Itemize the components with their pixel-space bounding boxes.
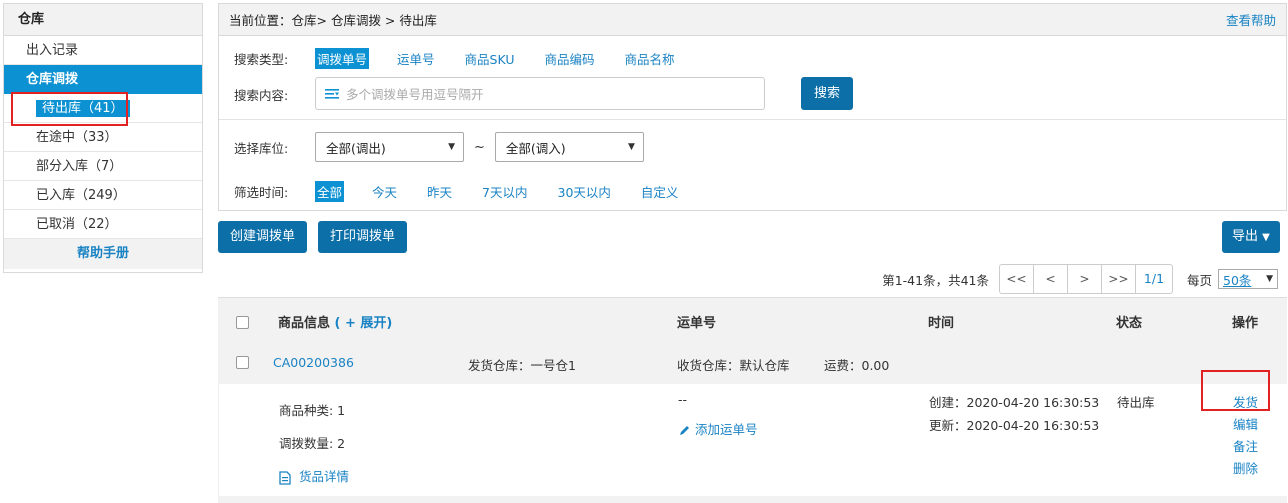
order-detail: 商品种类: 1 调拨数量: 2 货品详情 -- 添加运单号 创建：2020-04… <box>218 384 1287 496</box>
search-placeholder: 多个调拨单号用逗号隔开 <box>346 87 484 102</box>
print-transfer-button[interactable]: 打印调拨单 <box>318 221 408 253</box>
pagination-buttons: << < > >> 1/1 <box>998 264 1173 294</box>
pencil-icon <box>680 426 689 435</box>
status-value: 待出库 <box>1117 395 1155 410</box>
pagination-summary: 第1-41条，共41条 <box>882 272 989 288</box>
expand-link[interactable]: ( + 展开) <box>335 316 393 331</box>
table-row: CA00200386 发货仓库：一号仓1 收货仓库：默认仓库 运费：0.00 <box>218 342 1287 384</box>
location-row: 选择库位: 全部(调出) ▼ ~ 全部(调入) ▼ <box>219 132 644 162</box>
search-type-label: 搜索类型: <box>234 52 289 67</box>
caret-down-icon: ▼ <box>1262 232 1270 243</box>
help-manual-link[interactable]: 帮助手册 <box>4 239 202 269</box>
dropdown-arrow-icon: ▼ <box>448 142 455 152</box>
from-location-select[interactable]: 全部(调出) ▼ <box>315 132 464 162</box>
time-yesterday[interactable]: 昨天 <box>425 181 454 202</box>
view-help-link[interactable]: 查看帮助 <box>1226 10 1276 29</box>
divider <box>219 119 1286 120</box>
dropdown-arrow-icon: ▼ <box>1266 274 1273 284</box>
search-type-waybill[interactable]: 运单号 <box>395 48 437 69</box>
sidebar-item-received[interactable]: 已入库（249） <box>4 181 202 210</box>
col-status: 状态 <box>1116 316 1143 331</box>
time-filter-label: 筛选时间: <box>234 185 289 200</box>
ship-warehouse: 发货仓库：一号仓1 <box>468 358 576 373</box>
current-page: 1/1 <box>1143 271 1165 286</box>
create-transfer-button[interactable]: 创建调拨单 <box>218 221 308 253</box>
freight: 运费：0.00 <box>824 358 890 373</box>
sidebar-item-records[interactable]: 出入记录 <box>4 36 202 65</box>
document-icon <box>279 470 291 485</box>
time-30days[interactable]: 30天以内 <box>556 181 613 202</box>
created-time: 创建：2020-04-20 16:30:53 <box>929 395 1100 410</box>
search-type-row: 搜索类型: 调拨单号 运单号 商品SKU 商品编码 商品名称 <box>219 48 703 69</box>
export-button[interactable]: 导出 ▼ <box>1222 221 1280 253</box>
search-type-sku[interactable]: 商品SKU <box>463 48 517 69</box>
search-button[interactable]: 搜索 <box>801 77 854 110</box>
col-action: 操作 <box>1232 316 1259 331</box>
product-kinds: 商品种类: 1 <box>279 403 346 418</box>
select-all-checkbox[interactable] <box>236 316 249 329</box>
time-custom[interactable]: 自定义 <box>639 181 681 202</box>
col-waybill: 运单号 <box>677 316 717 331</box>
edit-action-link[interactable]: 编辑 <box>1233 414 1258 433</box>
transfer-qty: 调拨数量: 2 <box>279 436 346 451</box>
pagination: 第1-41条，共41条 << < > >> 1/1 每页 50条 ▼ <box>882 264 1278 294</box>
per-page-select[interactable]: 50条 ▼ <box>1218 269 1278 289</box>
list-icon <box>325 88 339 99</box>
breadcrumb: 当前位置：仓库> 仓库调拨 > 待出库 <box>229 13 437 28</box>
sidebar-title: 仓库 <box>4 4 202 36</box>
row-checkbox[interactable] <box>236 356 249 369</box>
sidebar-item-partial-in[interactable]: 部分入库（7） <box>4 152 202 181</box>
sidebar-section-transfer[interactable]: 仓库调拨 <box>4 65 202 94</box>
recv-warehouse: 收货仓库：默认仓库 <box>677 358 790 373</box>
sidebar-item-in-transit[interactable]: 在途中（33） <box>4 123 202 152</box>
order-id-link[interactable]: CA00200386 <box>273 355 354 370</box>
search-type-code[interactable]: 商品编码 <box>542 48 596 69</box>
first-page-button[interactable]: << <box>1000 265 1034 293</box>
time-today[interactable]: 今天 <box>370 181 399 202</box>
time-filter-row: 筛选时间: 全部 今天 昨天 7天以内 30天以内 自定义 <box>219 181 706 202</box>
main-panel: 当前位置：仓库> 仓库调拨 > 待出库 查看帮助 搜索类型: 调拨单号 运单号 … <box>218 3 1287 211</box>
search-content-row: 搜索内容: 多个调拨单号用逗号隔开 搜索 <box>219 77 854 110</box>
highlight-box-ship <box>1201 370 1270 411</box>
goods-detail-link[interactable]: 货品详情 <box>279 466 349 485</box>
waybill-value: -- <box>678 392 688 407</box>
search-type-transfer-no[interactable]: 调拨单号 <box>315 48 370 69</box>
time-all[interactable]: 全部 <box>315 181 345 202</box>
updated-time: 更新：2020-04-20 16:30:53 <box>929 418 1100 433</box>
add-waybill-link[interactable]: 添加运单号 <box>678 419 758 438</box>
per-page: 每页 50条 ▼ <box>1187 269 1278 289</box>
sidebar: 仓库 出入记录 仓库调拨 待出库（41） 在途中（33） 部分入库（7） 已入库… <box>3 3 203 273</box>
note-action-link[interactable]: 备注 <box>1233 436 1258 455</box>
delete-action-link[interactable]: 删除 <box>1233 458 1258 477</box>
prev-page-button[interactable]: < <box>1034 265 1068 293</box>
search-input[interactable]: 多个调拨单号用逗号隔开 <box>315 77 765 110</box>
last-page-button[interactable]: >> <box>1102 265 1136 293</box>
search-content-label: 搜索内容: <box>234 88 289 103</box>
col-time: 时间 <box>928 316 955 331</box>
sidebar-item-cancelled[interactable]: 已取消（22） <box>4 210 202 239</box>
location-label: 选择库位: <box>234 140 289 156</box>
table-footer-bar <box>218 496 1287 503</box>
search-type-name[interactable]: 商品名称 <box>623 48 677 69</box>
next-page-button[interactable]: > <box>1068 265 1102 293</box>
range-separator: ~ <box>474 139 485 155</box>
to-location-select[interactable]: 全部(调入) ▼ <box>494 132 644 162</box>
time-7days[interactable]: 7天以内 <box>480 181 529 202</box>
breadcrumb-bar: 当前位置：仓库> 仓库调拨 > 待出库 查看帮助 <box>219 4 1286 36</box>
table-header: 商品信息 ( + 展开) 运单号 时间 状态 操作 <box>218 297 1287 342</box>
dropdown-arrow-icon: ▼ <box>627 142 635 152</box>
col-product: 商品信息 ( + 展开) <box>278 316 393 331</box>
highlight-box-pending <box>11 92 128 126</box>
